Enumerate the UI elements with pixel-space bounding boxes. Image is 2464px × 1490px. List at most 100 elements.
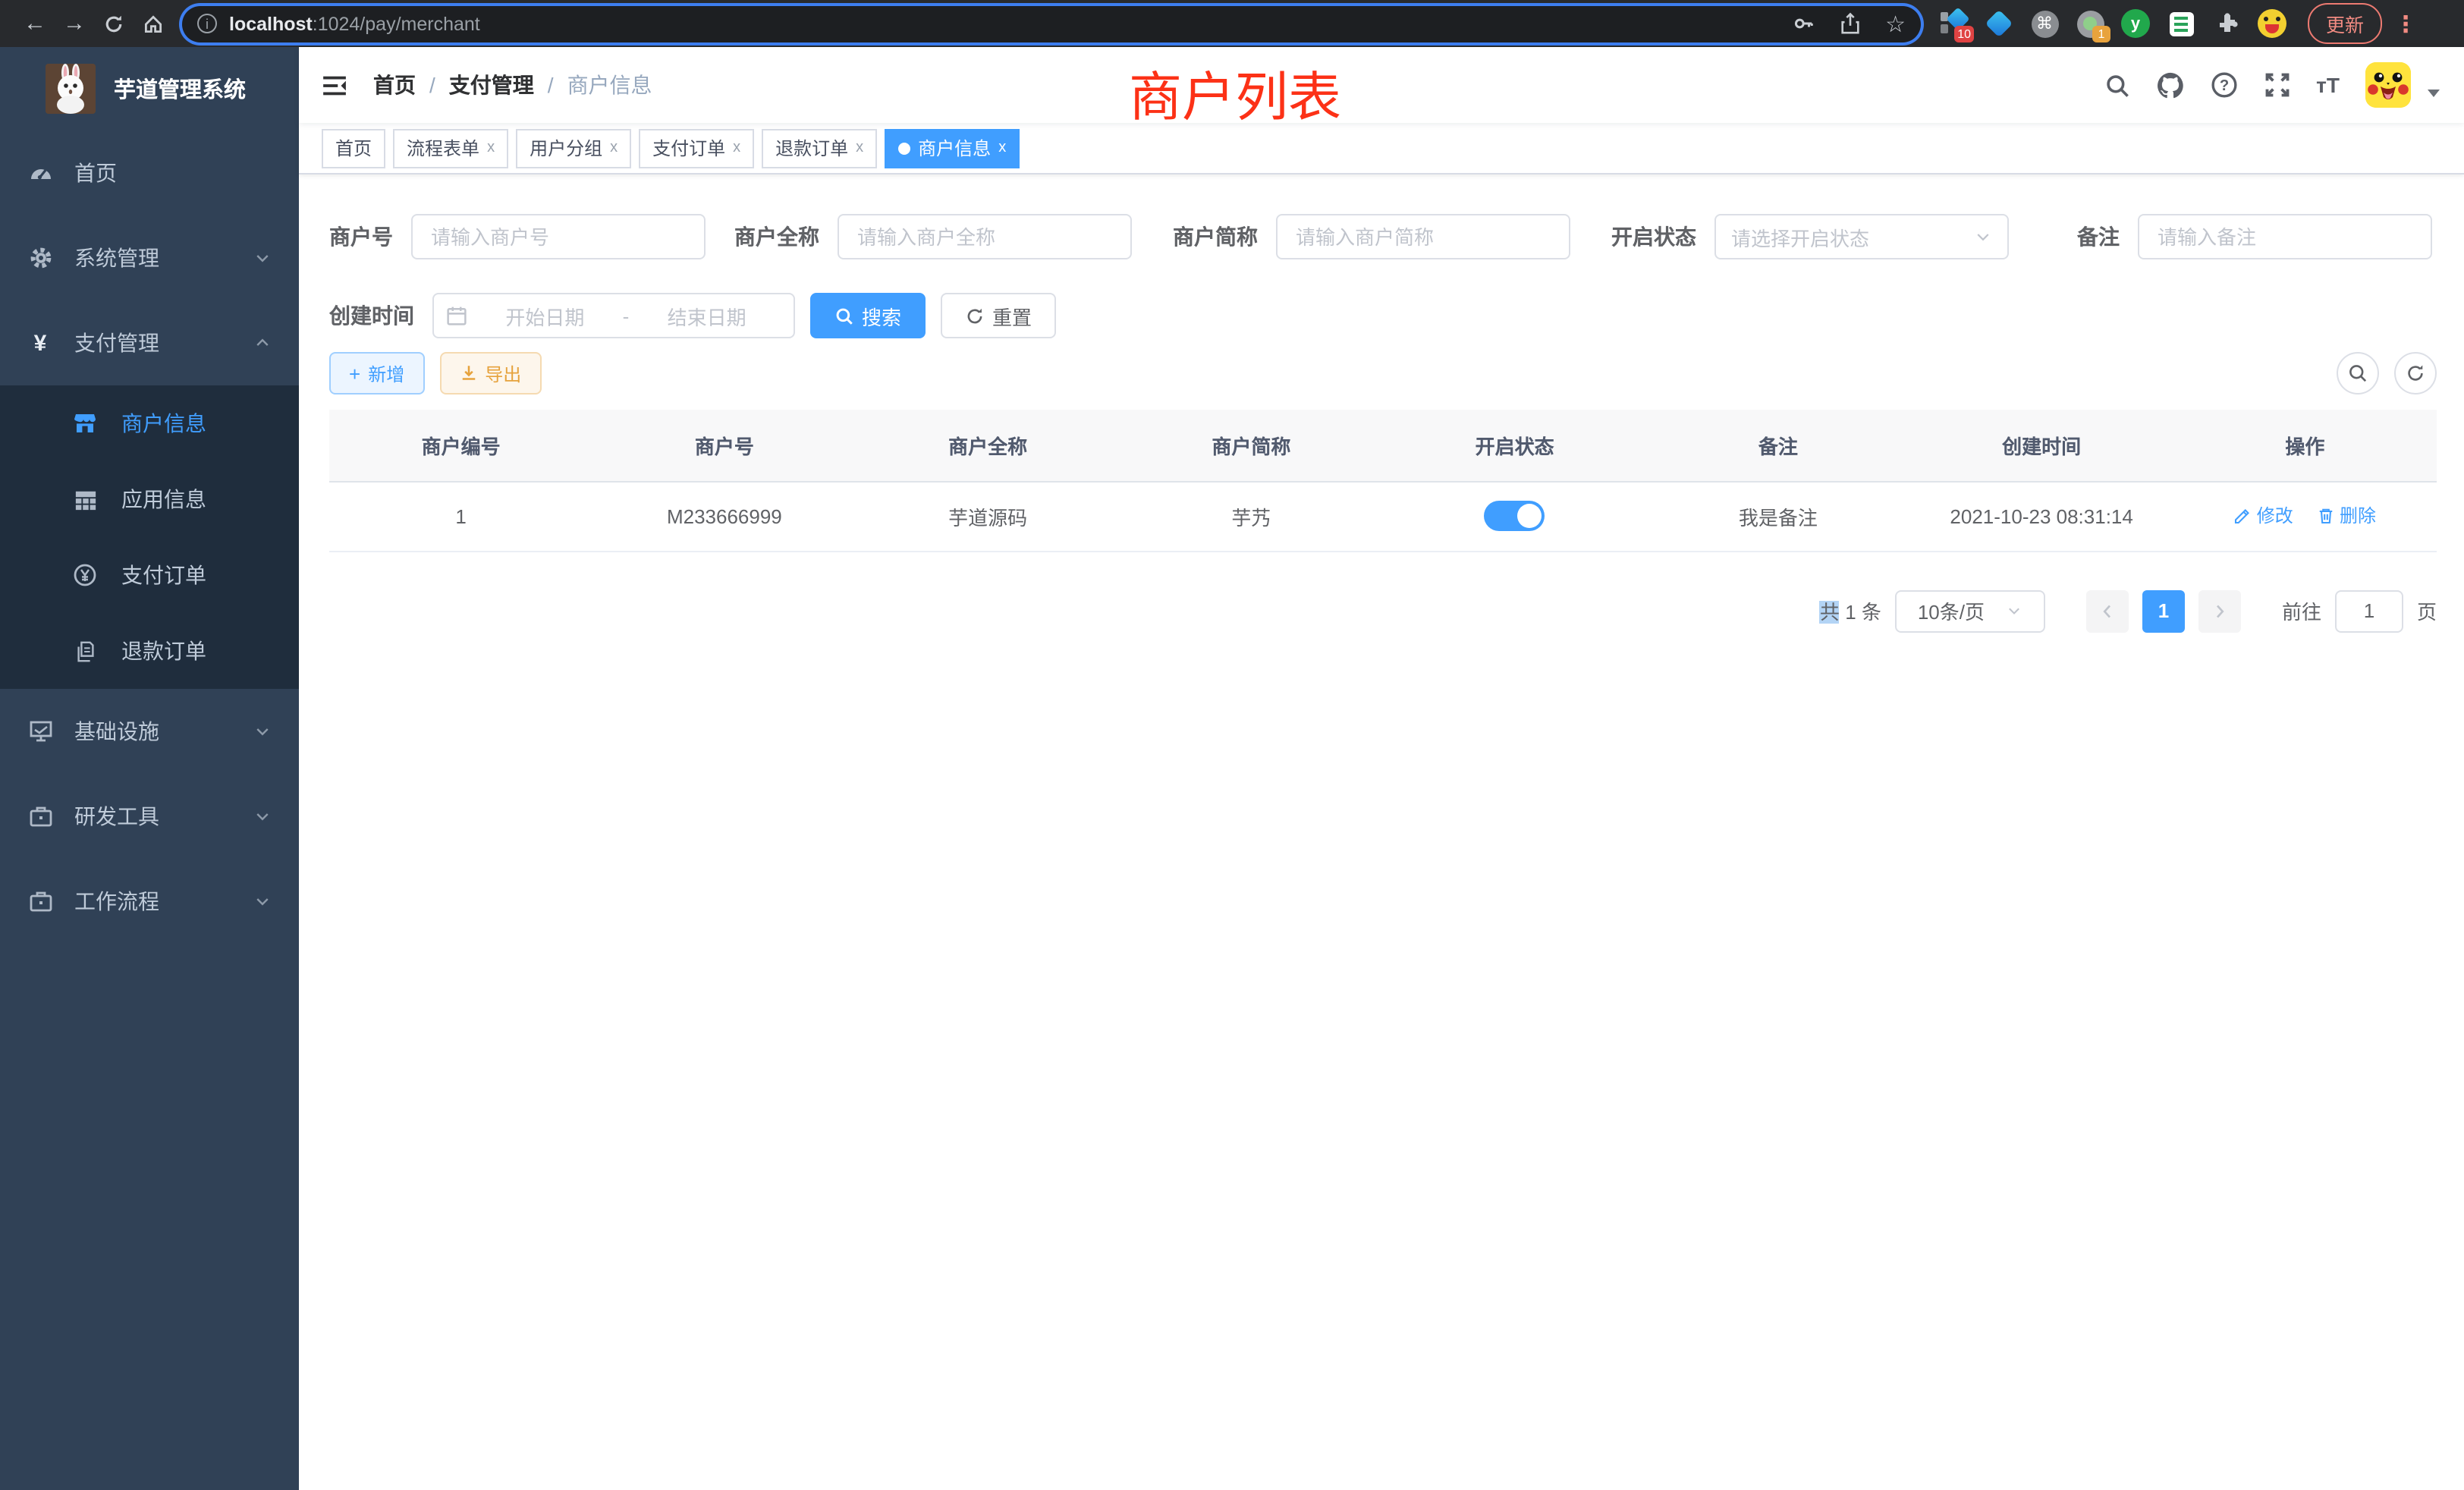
- prev-page-button[interactable]: [2086, 589, 2129, 632]
- breadcrumb-payment[interactable]: 支付管理: [449, 70, 534, 100]
- merchant-no-field[interactable]: [411, 214, 706, 259]
- sidebar-item-workflow[interactable]: 工作流程: [0, 859, 299, 944]
- extension-tabs-icon[interactable]: 10: [1939, 9, 1968, 38]
- export-button[interactable]: 导出: [439, 352, 541, 395]
- avatar-caret-icon[interactable]: [2428, 89, 2440, 96]
- remark-field[interactable]: [2138, 214, 2432, 259]
- merchant-no-input[interactable]: [428, 224, 689, 250]
- svg-text:?: ?: [2219, 77, 2228, 94]
- short-name-field[interactable]: [1276, 214, 1570, 259]
- close-icon[interactable]: x: [856, 140, 863, 156]
- cell-full-name: 芋道源码: [856, 481, 1120, 551]
- page-number-1[interactable]: 1: [2142, 589, 2185, 632]
- sidebar-logo[interactable]: 芋道管理系统: [0, 47, 299, 130]
- add-button[interactable]: + 新增: [329, 352, 424, 395]
- password-key-icon[interactable]: [1791, 12, 1814, 35]
- status-select[interactable]: 请选择开启状态: [1714, 214, 2009, 259]
- briefcase-icon: [27, 889, 53, 913]
- sidebar-item-dev-tools[interactable]: 研发工具: [0, 774, 299, 859]
- page-size-select[interactable]: 10条/页: [1895, 589, 2045, 632]
- status-toggle[interactable]: [1485, 501, 1545, 531]
- gear-icon: [27, 246, 53, 270]
- sidebar-item-system[interactable]: 系统管理: [0, 215, 299, 300]
- tab-pay-orders[interactable]: 支付订单x: [639, 128, 754, 168]
- next-page-button[interactable]: [2198, 589, 2241, 632]
- plus-icon: +: [349, 362, 360, 385]
- tab-refund-orders[interactable]: 退款订单x: [762, 128, 877, 168]
- share-icon[interactable]: [1838, 12, 1861, 35]
- create-time-label: 创建时间: [329, 300, 414, 331]
- date-start-placeholder[interactable]: 开始日期: [470, 301, 620, 330]
- goto-page-input[interactable]: [2335, 589, 2403, 632]
- profile-avatar-icon[interactable]: [2258, 9, 2286, 38]
- full-name-input[interactable]: [854, 224, 1115, 250]
- search-button[interactable]: 搜索: [810, 293, 926, 338]
- pagination: 共 1 条 10条/页 1 前往: [329, 589, 2437, 632]
- extensions-puzzle-icon[interactable]: [2212, 9, 2241, 38]
- cell-create-time: 2021-10-23 08:31:14: [1910, 481, 2173, 551]
- cell-short-name: 芋艿: [1120, 481, 1383, 551]
- sidebar-item-infrastructure[interactable]: 基础设施: [0, 689, 299, 774]
- close-icon[interactable]: x: [610, 140, 618, 156]
- date-range-picker[interactable]: 开始日期 - 结束日期: [432, 293, 795, 338]
- calendar-icon: [446, 305, 467, 326]
- breadcrumb: 首页 / 支付管理 / 商户信息: [373, 70, 652, 100]
- trash-icon: [2317, 507, 2335, 525]
- tab-user-group[interactable]: 用户分组x: [516, 128, 631, 168]
- refresh-button[interactable]: [2394, 352, 2437, 395]
- date-end-placeholder[interactable]: 结束日期: [632, 301, 781, 330]
- documents-icon: [73, 640, 97, 662]
- tab-home[interactable]: 首页: [322, 128, 385, 168]
- tab-process-form[interactable]: 流程表单x: [393, 128, 508, 168]
- monitor-icon: [27, 719, 53, 743]
- sidebar-toggle-icon[interactable]: [322, 72, 347, 98]
- dashboard-icon: [27, 161, 53, 185]
- sidebar-item-refund-orders[interactable]: 退款订单: [0, 613, 299, 689]
- extension-command-icon[interactable]: ⌘: [2030, 9, 2059, 38]
- chevron-down-icon: [253, 892, 272, 910]
- browser-home-button[interactable]: [134, 4, 173, 43]
- browser-toolbar: ← → i localhost:1024/pay/merchant ☆: [0, 0, 2464, 47]
- extension-gem-icon[interactable]: [1985, 9, 2013, 38]
- help-icon[interactable]: ?: [2210, 71, 2237, 99]
- chrome-update-button[interactable]: 更新: [2308, 3, 2382, 44]
- font-size-icon[interactable]: ᴛT: [2316, 73, 2340, 97]
- sidebar-item-merchant-info[interactable]: 商户信息: [0, 385, 299, 461]
- fullscreen-icon[interactable]: [2263, 71, 2290, 99]
- edit-link[interactable]: 修改: [2234, 503, 2293, 529]
- filter-row-1: 商户号 商户全称 商户简称 开启状态 请选择开启状态: [329, 214, 2437, 259]
- extension-y-icon[interactable]: y: [2121, 9, 2150, 38]
- browser-back-button[interactable]: ←: [15, 4, 55, 43]
- delete-link[interactable]: 删除: [2317, 503, 2376, 529]
- browser-forward-button[interactable]: →: [55, 4, 94, 43]
- extension-recorder-icon[interactable]: 1: [2076, 9, 2104, 38]
- full-name-field[interactable]: [838, 214, 1132, 259]
- header-search-icon[interactable]: [2104, 72, 2129, 98]
- bookmark-star-icon[interactable]: ☆: [1885, 10, 1906, 37]
- download-icon: [459, 364, 477, 382]
- extension-docs-icon[interactable]: [2167, 9, 2195, 38]
- remark-input[interactable]: [2154, 224, 2415, 250]
- sidebar-item-app-info[interactable]: 应用信息: [0, 461, 299, 537]
- address-bar[interactable]: i localhost:1024/pay/merchant ☆: [182, 5, 1921, 42]
- show-search-button[interactable]: [2337, 352, 2379, 395]
- sidebar-item-pay-orders[interactable]: 支付订单: [0, 537, 299, 613]
- site-info-icon[interactable]: i: [197, 14, 217, 33]
- tab-merchant-info[interactable]: 商户信息x: [885, 128, 1020, 168]
- close-icon[interactable]: x: [487, 140, 495, 156]
- reset-button[interactable]: 重置: [941, 293, 1056, 338]
- browser-menu-icon[interactable]: ⋮: [2394, 10, 2417, 37]
- short-name-input[interactable]: [1293, 224, 1554, 250]
- yen-icon: ¥: [27, 330, 53, 356]
- col-create-time: 创建时间: [1910, 410, 2173, 481]
- github-icon[interactable]: [2155, 71, 2184, 99]
- close-icon[interactable]: x: [998, 140, 1006, 156]
- close-icon[interactable]: x: [733, 140, 740, 156]
- breadcrumb-home[interactable]: 首页: [373, 70, 416, 100]
- browser-reload-button[interactable]: [94, 4, 134, 43]
- sidebar-item-payment[interactable]: ¥ 支付管理: [0, 300, 299, 385]
- user-avatar[interactable]: [2365, 62, 2411, 108]
- date-separator: -: [620, 304, 633, 327]
- table-header-row: 商户编号 商户号 商户全称 商户简称 开启状态 备注 创建时间 操作: [329, 410, 2437, 481]
- sidebar-item-home[interactable]: 首页: [0, 130, 299, 215]
